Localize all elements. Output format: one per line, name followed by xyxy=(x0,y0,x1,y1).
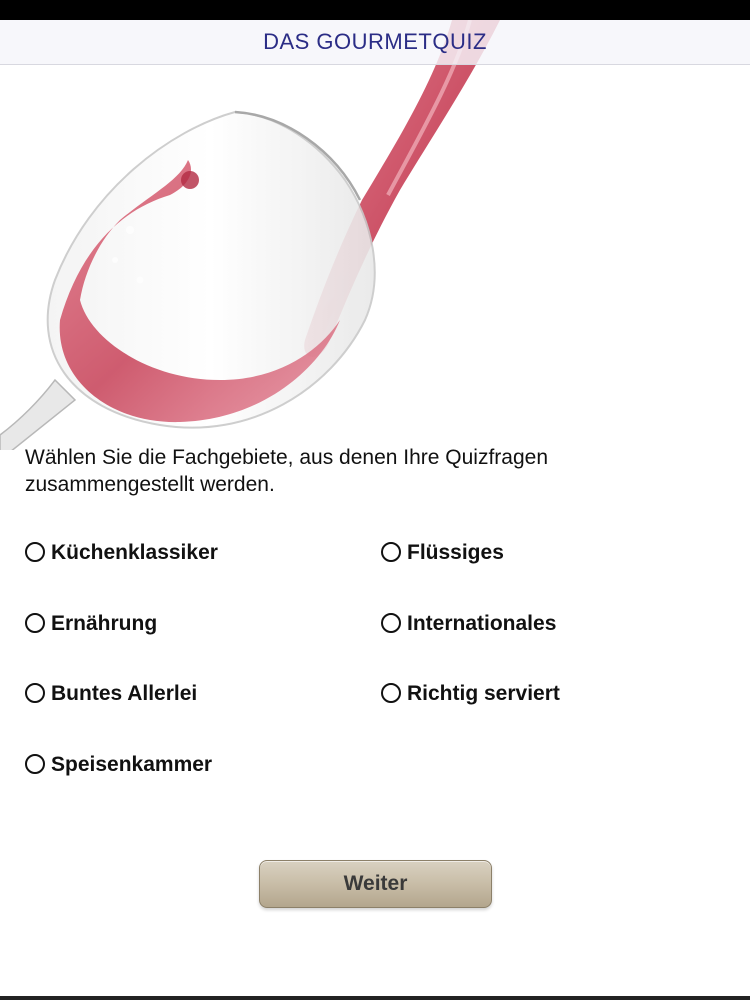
option-kuechenklassiker[interactable]: Küchenklassiker xyxy=(25,536,381,572)
wine-glass-image xyxy=(0,20,750,450)
option-label: Küchenklassiker xyxy=(51,541,218,564)
option-label: Ernährung xyxy=(51,611,158,635)
radio-icon[interactable] xyxy=(381,612,401,633)
option-label: Speisenkammer xyxy=(51,752,213,776)
topic-options: Küchenklassiker Flüssiges Ernährung Inte… xyxy=(25,536,725,818)
option-label: Flüssiges xyxy=(407,541,504,564)
option-label: Richtig serviert xyxy=(407,682,560,705)
option-speisenkammer[interactable]: Speisenkammer xyxy=(25,748,381,784)
radio-icon[interactable] xyxy=(381,683,401,703)
option-buntes-allerlei[interactable]: Buntes Allerlei xyxy=(25,677,381,713)
nav-bar: DAS GOURMETQUIZ xyxy=(0,20,750,65)
option-ernaehrung[interactable]: Ernährung xyxy=(25,607,381,643)
option-internationales[interactable]: Internationales xyxy=(381,607,721,643)
radio-icon[interactable] xyxy=(25,612,45,633)
instructions-text: Wählen Sie die Fachgebiete, aus denen Ih… xyxy=(25,446,549,496)
option-label: Internationales xyxy=(407,611,557,635)
weiter-button[interactable]: Weiter xyxy=(259,860,492,908)
radio-icon[interactable] xyxy=(25,542,45,562)
option-fluessiges[interactable]: Flüssiges xyxy=(381,536,721,572)
page-title: DAS GOURMETQUIZ xyxy=(263,29,487,54)
option-label: Buntes Allerlei xyxy=(51,682,198,705)
status-bar xyxy=(0,0,750,20)
radio-icon[interactable] xyxy=(25,753,45,774)
radio-icon[interactable] xyxy=(25,683,45,703)
bottom-edge xyxy=(0,996,750,1000)
radio-icon[interactable] xyxy=(381,542,401,562)
option-richtig-serviert[interactable]: Richtig serviert xyxy=(381,677,721,713)
